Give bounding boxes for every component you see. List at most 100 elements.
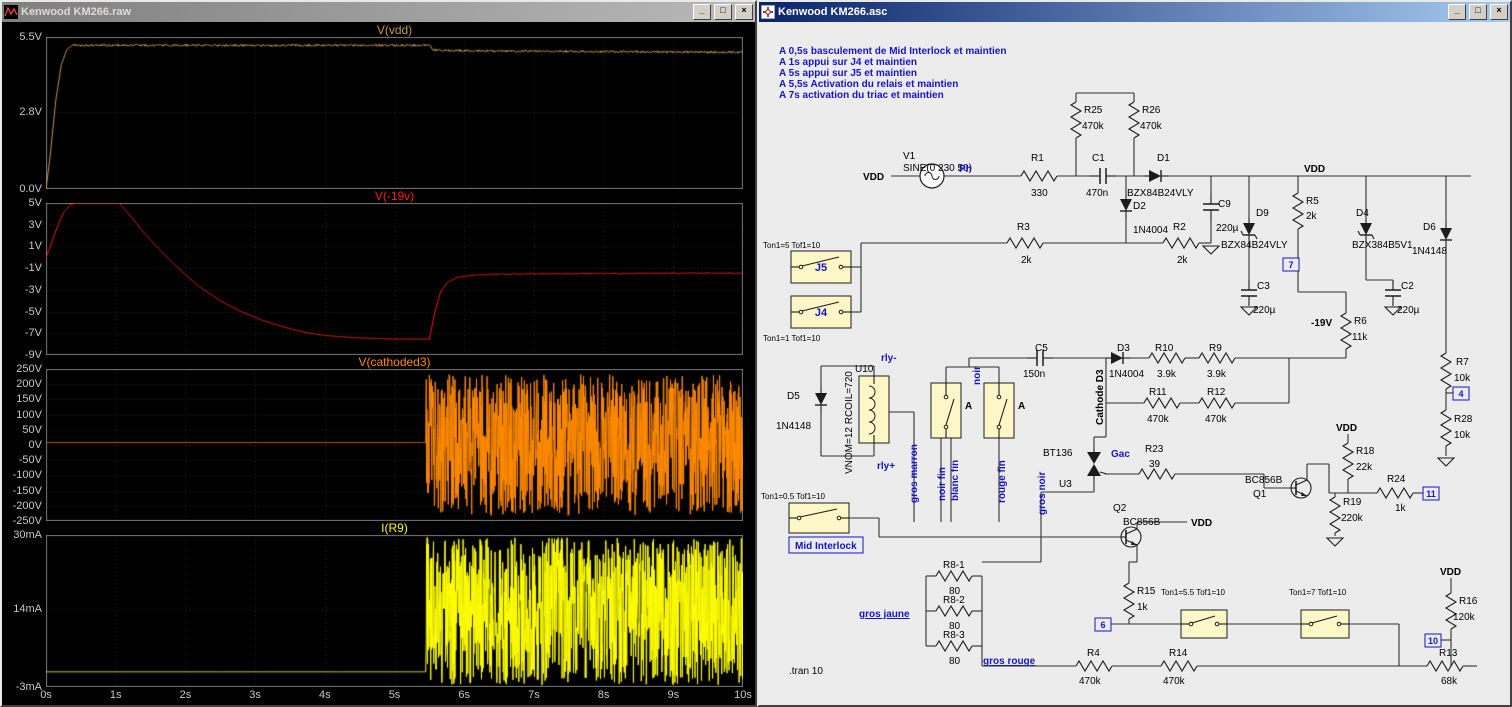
component-C2[interactable]: C2 220µ xyxy=(1385,280,1420,316)
waveform-plot[interactable] xyxy=(46,37,743,189)
svg-text:220µ: 220µ xyxy=(1253,305,1276,316)
svg-text:VDD: VDD xyxy=(1336,423,1357,434)
y-axis-label: -7V xyxy=(24,327,42,340)
schematic-titlebar[interactable]: Kenwood KM266.asc _ □ × xyxy=(759,2,1510,22)
minimize-button[interactable]: _ xyxy=(693,4,711,20)
svg-text:22k: 22k xyxy=(1356,462,1373,473)
svg-text:R16: R16 xyxy=(1459,596,1478,607)
component-R7[interactable]: R710k xyxy=(1439,352,1471,390)
y-axis-label: -50V xyxy=(18,454,42,467)
svg-text:10k: 10k xyxy=(1454,430,1471,441)
svg-text:470k: 470k xyxy=(1140,121,1163,132)
net-flag-6[interactable]: 6 xyxy=(1094,617,1112,632)
waveform-plot[interactable] xyxy=(46,369,743,521)
component-R18[interactable]: R1822k xyxy=(1341,442,1375,480)
svg-text:R7: R7 xyxy=(1456,357,1469,368)
component-contact[interactable] xyxy=(930,382,962,439)
maximize-button[interactable]: □ xyxy=(714,4,732,20)
component-R14[interactable]: R14 470k xyxy=(1160,648,1198,687)
component-sw[interactable]: Ton1=5.5 Tof1=10 xyxy=(1161,588,1228,639)
component-U3[interactable]: U3 BT136 xyxy=(1043,448,1108,490)
svg-text:Ton1=7 Tof1=10: Ton1=7 Tof1=10 xyxy=(1289,588,1347,597)
svg-text:rouge fin: rouge fin xyxy=(997,460,1008,503)
net-flag-10[interactable]: 10 xyxy=(1424,633,1442,648)
component-sw[interactable]: Ton1=7 Tof1=10 xyxy=(1289,588,1350,639)
component-R25[interactable]: R25 470k xyxy=(1069,101,1105,139)
waveform-plot[interactable] xyxy=(46,203,743,355)
component-contact[interactable] xyxy=(983,382,1015,439)
schematic-canvas[interactable]: V1 SINE(0 230 50) R1 330 C1 470n D1 BZX84B24VLY… xyxy=(759,22,1510,705)
component-R2[interactable]: R2 2k xyxy=(1162,222,1200,266)
close-button[interactable]: × xyxy=(1490,4,1508,20)
x-axis-label: 8s xyxy=(597,689,610,701)
component-J5[interactable]: J5 Ton1=5 Tof1=10 xyxy=(763,241,852,284)
svg-text:A 7s activation du triac et ma: A 7s activation du triac et maintien xyxy=(779,90,944,101)
component-R11[interactable]: R11 470k xyxy=(1143,387,1181,425)
component-R9[interactable]: R9 3.9k xyxy=(1198,343,1236,380)
component-R6[interactable]: R611k xyxy=(1339,312,1368,350)
component-C9[interactable]: C9 220µ xyxy=(1203,194,1239,234)
component-sw[interactable]: Ton1=0.5 Tof1=10 xyxy=(761,492,850,534)
x-axis-label: 9s xyxy=(667,689,680,701)
y-axis-label: 1V xyxy=(28,240,42,253)
component-R19[interactable]: R19 220k xyxy=(1328,496,1364,534)
y-axis-label: -1V xyxy=(24,262,42,275)
component-D2[interactable]: D2 1N4004 xyxy=(1120,194,1168,236)
component-R5[interactable]: R52k xyxy=(1291,192,1319,230)
component-D4[interactable]: D4 BZX384B5V1 xyxy=(1352,208,1413,251)
component-R8-3[interactable]: R8-3 80 xyxy=(935,630,973,667)
component-R3[interactable]: R3 2k xyxy=(1006,222,1044,266)
svg-text:A 5,5s Activation du relais et: A 5,5s Activation du relais et maintien xyxy=(779,79,958,90)
component-D5[interactable]: D5 1N4148 xyxy=(776,388,827,432)
maximize-button[interactable]: □ xyxy=(1469,4,1487,20)
waveform-titlebar[interactable]: Kenwood KM266.raw _ □ × xyxy=(2,2,755,22)
component-D6[interactable]: D6 1N4148 xyxy=(1412,222,1452,257)
component-R8-2[interactable]: R8-280 xyxy=(935,595,973,632)
component-R26[interactable]: R26 470k xyxy=(1127,101,1163,139)
svg-text:1N4148: 1N4148 xyxy=(1412,246,1447,257)
component-U10[interactable]: U10VNOM=12 RCOIL=720 xyxy=(844,364,890,474)
waveform-window: Kenwood KM266.raw _ □ × V(vdd) 5.5V 2.8V 0.… xyxy=(0,0,757,707)
svg-text:R2: R2 xyxy=(1173,222,1186,233)
component-C3[interactable]: C3 220µ xyxy=(1241,280,1276,316)
svg-text:470n: 470n xyxy=(1086,188,1108,199)
component-C1[interactable]: C1 470n xyxy=(1086,153,1116,199)
trace-label[interactable]: V(-19v) xyxy=(46,189,743,203)
close-button[interactable]: × xyxy=(735,4,753,20)
component-D3[interactable]: D3 1N4004 xyxy=(1106,343,1144,380)
component-J4[interactable]: J4 Ton1=1 Tof1=10 xyxy=(763,295,852,343)
trace-label[interactable]: I(R9) xyxy=(46,521,743,535)
component-Q2[interactable]: Q2 BC856B xyxy=(1113,503,1161,548)
net-flag-11[interactable]: 11 xyxy=(1422,486,1440,501)
component-C5[interactable]: C5 150n xyxy=(1023,343,1053,380)
svg-text:220µ: 220µ xyxy=(1216,223,1239,234)
trace-label[interactable]: V(vdd) xyxy=(46,23,743,37)
component-R13[interactable]: R13 68k xyxy=(1426,648,1464,687)
x-axis-label: 2s xyxy=(179,689,192,701)
net-flag-4[interactable]: 4 xyxy=(1452,386,1470,401)
component-R1[interactable]: R1 330 xyxy=(1020,153,1058,199)
x-axis-label: 3s xyxy=(249,689,261,701)
minimize-button[interactable]: _ xyxy=(1448,4,1466,20)
component-R8-1[interactable]: R8-180 xyxy=(935,560,973,597)
waveform-pane-1: V(vdd) 5.5V 2.8V 0.0V xyxy=(2,23,755,195)
component-R15[interactable]: R151k xyxy=(1122,582,1156,620)
net-flag-7[interactable]: 7 xyxy=(1282,257,1300,272)
svg-text:C1: C1 xyxy=(1092,153,1105,164)
ground-symbols[interactable] xyxy=(1201,245,1456,547)
svg-text:220µ: 220µ xyxy=(1397,305,1420,316)
component-R24[interactable]: R24 1k xyxy=(1376,474,1414,514)
component-R28[interactable]: R2810k xyxy=(1439,409,1473,447)
component-R23[interactable]: R2339 xyxy=(1138,444,1176,481)
component-R16[interactable]: R16 120k xyxy=(1444,592,1478,630)
svg-text:gros noir: gros noir xyxy=(1037,472,1048,515)
component-R10[interactable]: R10 3.9k xyxy=(1148,343,1186,380)
svg-text:R10: R10 xyxy=(1155,343,1174,354)
component-R12[interactable]: R12 470k xyxy=(1198,387,1236,425)
svg-text:R6: R6 xyxy=(1354,316,1367,327)
svg-text:D6: D6 xyxy=(1423,222,1436,233)
component-R4[interactable]: R4 470k xyxy=(1075,648,1113,687)
trace-label[interactable]: V(cathoded3) xyxy=(46,355,743,369)
waveform-plot[interactable] xyxy=(46,535,743,687)
waveform-plot-area[interactable]: V(vdd) 5.5V 2.8V 0.0V V(-19v) 5V 3V 1V -1V -3V -5V… xyxy=(2,22,755,705)
